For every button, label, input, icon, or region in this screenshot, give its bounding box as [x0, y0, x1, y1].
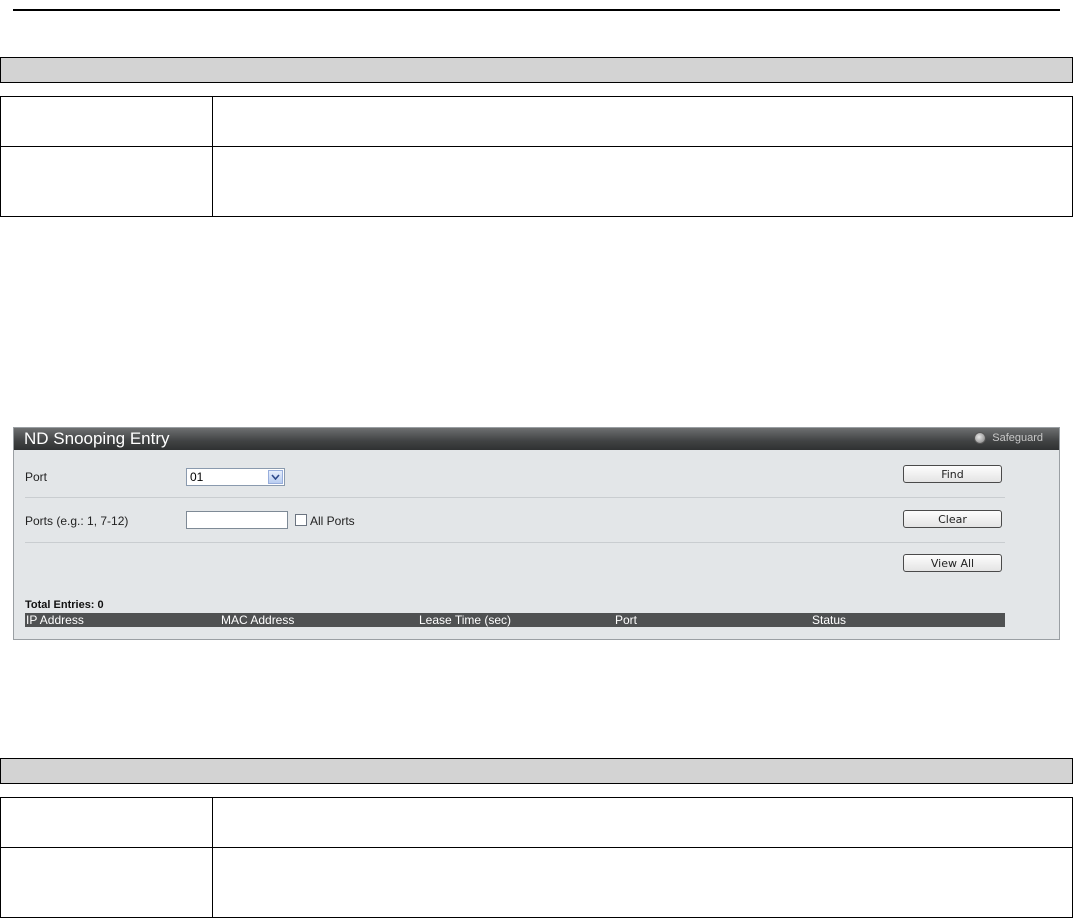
column-header-status: Status — [812, 613, 847, 627]
table-cell — [212, 847, 1073, 918]
column-header-lease-time: Lease Time (sec) — [419, 613, 512, 627]
table-cell — [0, 146, 213, 217]
safeguard-indicator: Safeguard — [974, 432, 1043, 444]
table-row — [0, 847, 1073, 918]
table-cell — [0, 797, 213, 848]
table-cell — [212, 797, 1073, 848]
all-ports-checkbox[interactable] — [295, 514, 307, 526]
parameter-table-top — [0, 96, 1073, 217]
table-cell — [212, 146, 1073, 217]
chevron-down-icon[interactable] — [268, 470, 283, 484]
column-header-mac-address: MAC Address — [221, 613, 295, 627]
all-ports-label: All Ports — [310, 514, 355, 528]
port-select[interactable]: 01 — [186, 468, 285, 486]
column-header-ip-address: IP Address — [26, 613, 84, 627]
top-rule — [13, 9, 1060, 11]
safeguard-icon — [974, 432, 987, 444]
table-row — [0, 146, 1073, 217]
table-header-bar-bottom — [0, 758, 1073, 784]
safeguard-label: Safeguard — [992, 432, 1043, 444]
table-cell — [0, 847, 213, 918]
ports-input[interactable] — [186, 511, 288, 529]
table-row — [0, 797, 1073, 848]
nd-snooping-entry-panel: ND Snooping Entry Safeguard Port 01 Find… — [13, 427, 1060, 640]
clear-button[interactable]: Clear — [903, 510, 1002, 528]
table-header-bar-top — [0, 57, 1073, 83]
total-entries: Total Entries: 0 — [25, 599, 104, 611]
panel-header: ND Snooping Entry Safeguard — [14, 428, 1059, 450]
panel-title: ND Snooping Entry — [24, 429, 170, 448]
port-select-value: 01 — [190, 470, 204, 484]
divider — [25, 542, 1005, 543]
table-row — [0, 96, 1073, 147]
view-all-button[interactable]: View All — [903, 554, 1002, 572]
table-cell — [0, 96, 213, 147]
divider — [25, 497, 1005, 498]
parameter-table-bottom — [0, 797, 1073, 918]
entries-table-header: IP Address MAC Address Lease Time (sec) … — [25, 613, 1005, 627]
port-label: Port — [25, 470, 48, 484]
ports-label: Ports (e.g.: 1, 7-12) — [25, 514, 129, 528]
find-button[interactable]: Find — [903, 465, 1002, 483]
table-cell — [212, 96, 1073, 147]
column-header-port: Port — [615, 613, 638, 627]
